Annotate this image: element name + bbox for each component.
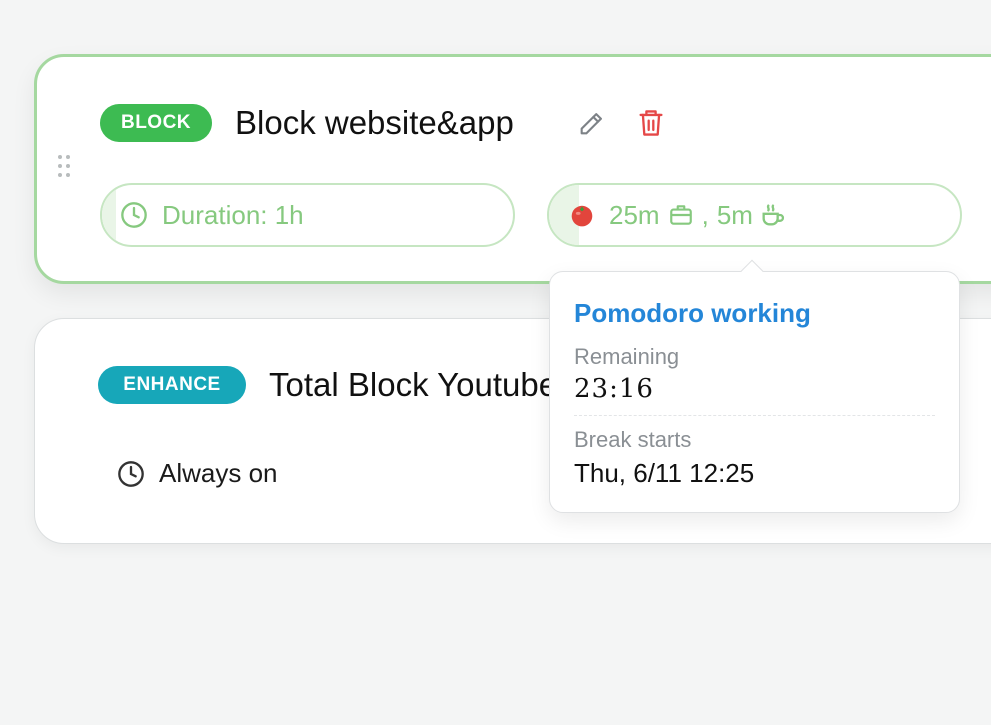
pomodoro-separator: ,	[701, 199, 709, 230]
rule-title: Block website&app	[235, 104, 514, 141]
schedule-text: Always on	[159, 458, 278, 488]
remaining-label: Remaining	[574, 344, 680, 369]
trash-icon[interactable]	[637, 108, 665, 138]
pomodoro-pill[interactable]: 25m , 5m	[547, 183, 962, 247]
drag-handle-icon[interactable]	[58, 155, 72, 181]
tooltip-divider	[574, 415, 935, 416]
rule-card-block[interactable]	[34, 54, 991, 284]
pencil-icon[interactable]	[577, 110, 605, 138]
tomato-icon	[571, 205, 593, 227]
pomodoro-work: 25m	[609, 199, 660, 230]
duration-text: Duration: 1h	[162, 199, 304, 230]
break-value: Thu, 6/11 12:25	[574, 458, 755, 488]
coffee-icon	[762, 204, 784, 226]
pomodoro-break: 5m	[716, 199, 753, 230]
remaining-value: 23:16	[574, 374, 654, 404]
rule-type-badge: ENHANCE	[98, 366, 246, 404]
briefcase-icon	[669, 205, 692, 225]
rule-type-badge: BLOCK	[100, 104, 212, 142]
break-label: Break starts	[574, 427, 692, 452]
tooltip-title: Pomodoro working	[574, 298, 811, 328]
clock-icon	[118, 460, 144, 487]
schedule-info: Always on	[117, 458, 278, 489]
duration-pill[interactable]: Duration: 1h	[100, 183, 515, 247]
rule-title: Total Block Youtube	[269, 366, 554, 403]
pomodoro-tooltip: Pomodoro working Remaining 23:16 Break s…	[549, 271, 960, 513]
clock-icon	[121, 202, 147, 228]
